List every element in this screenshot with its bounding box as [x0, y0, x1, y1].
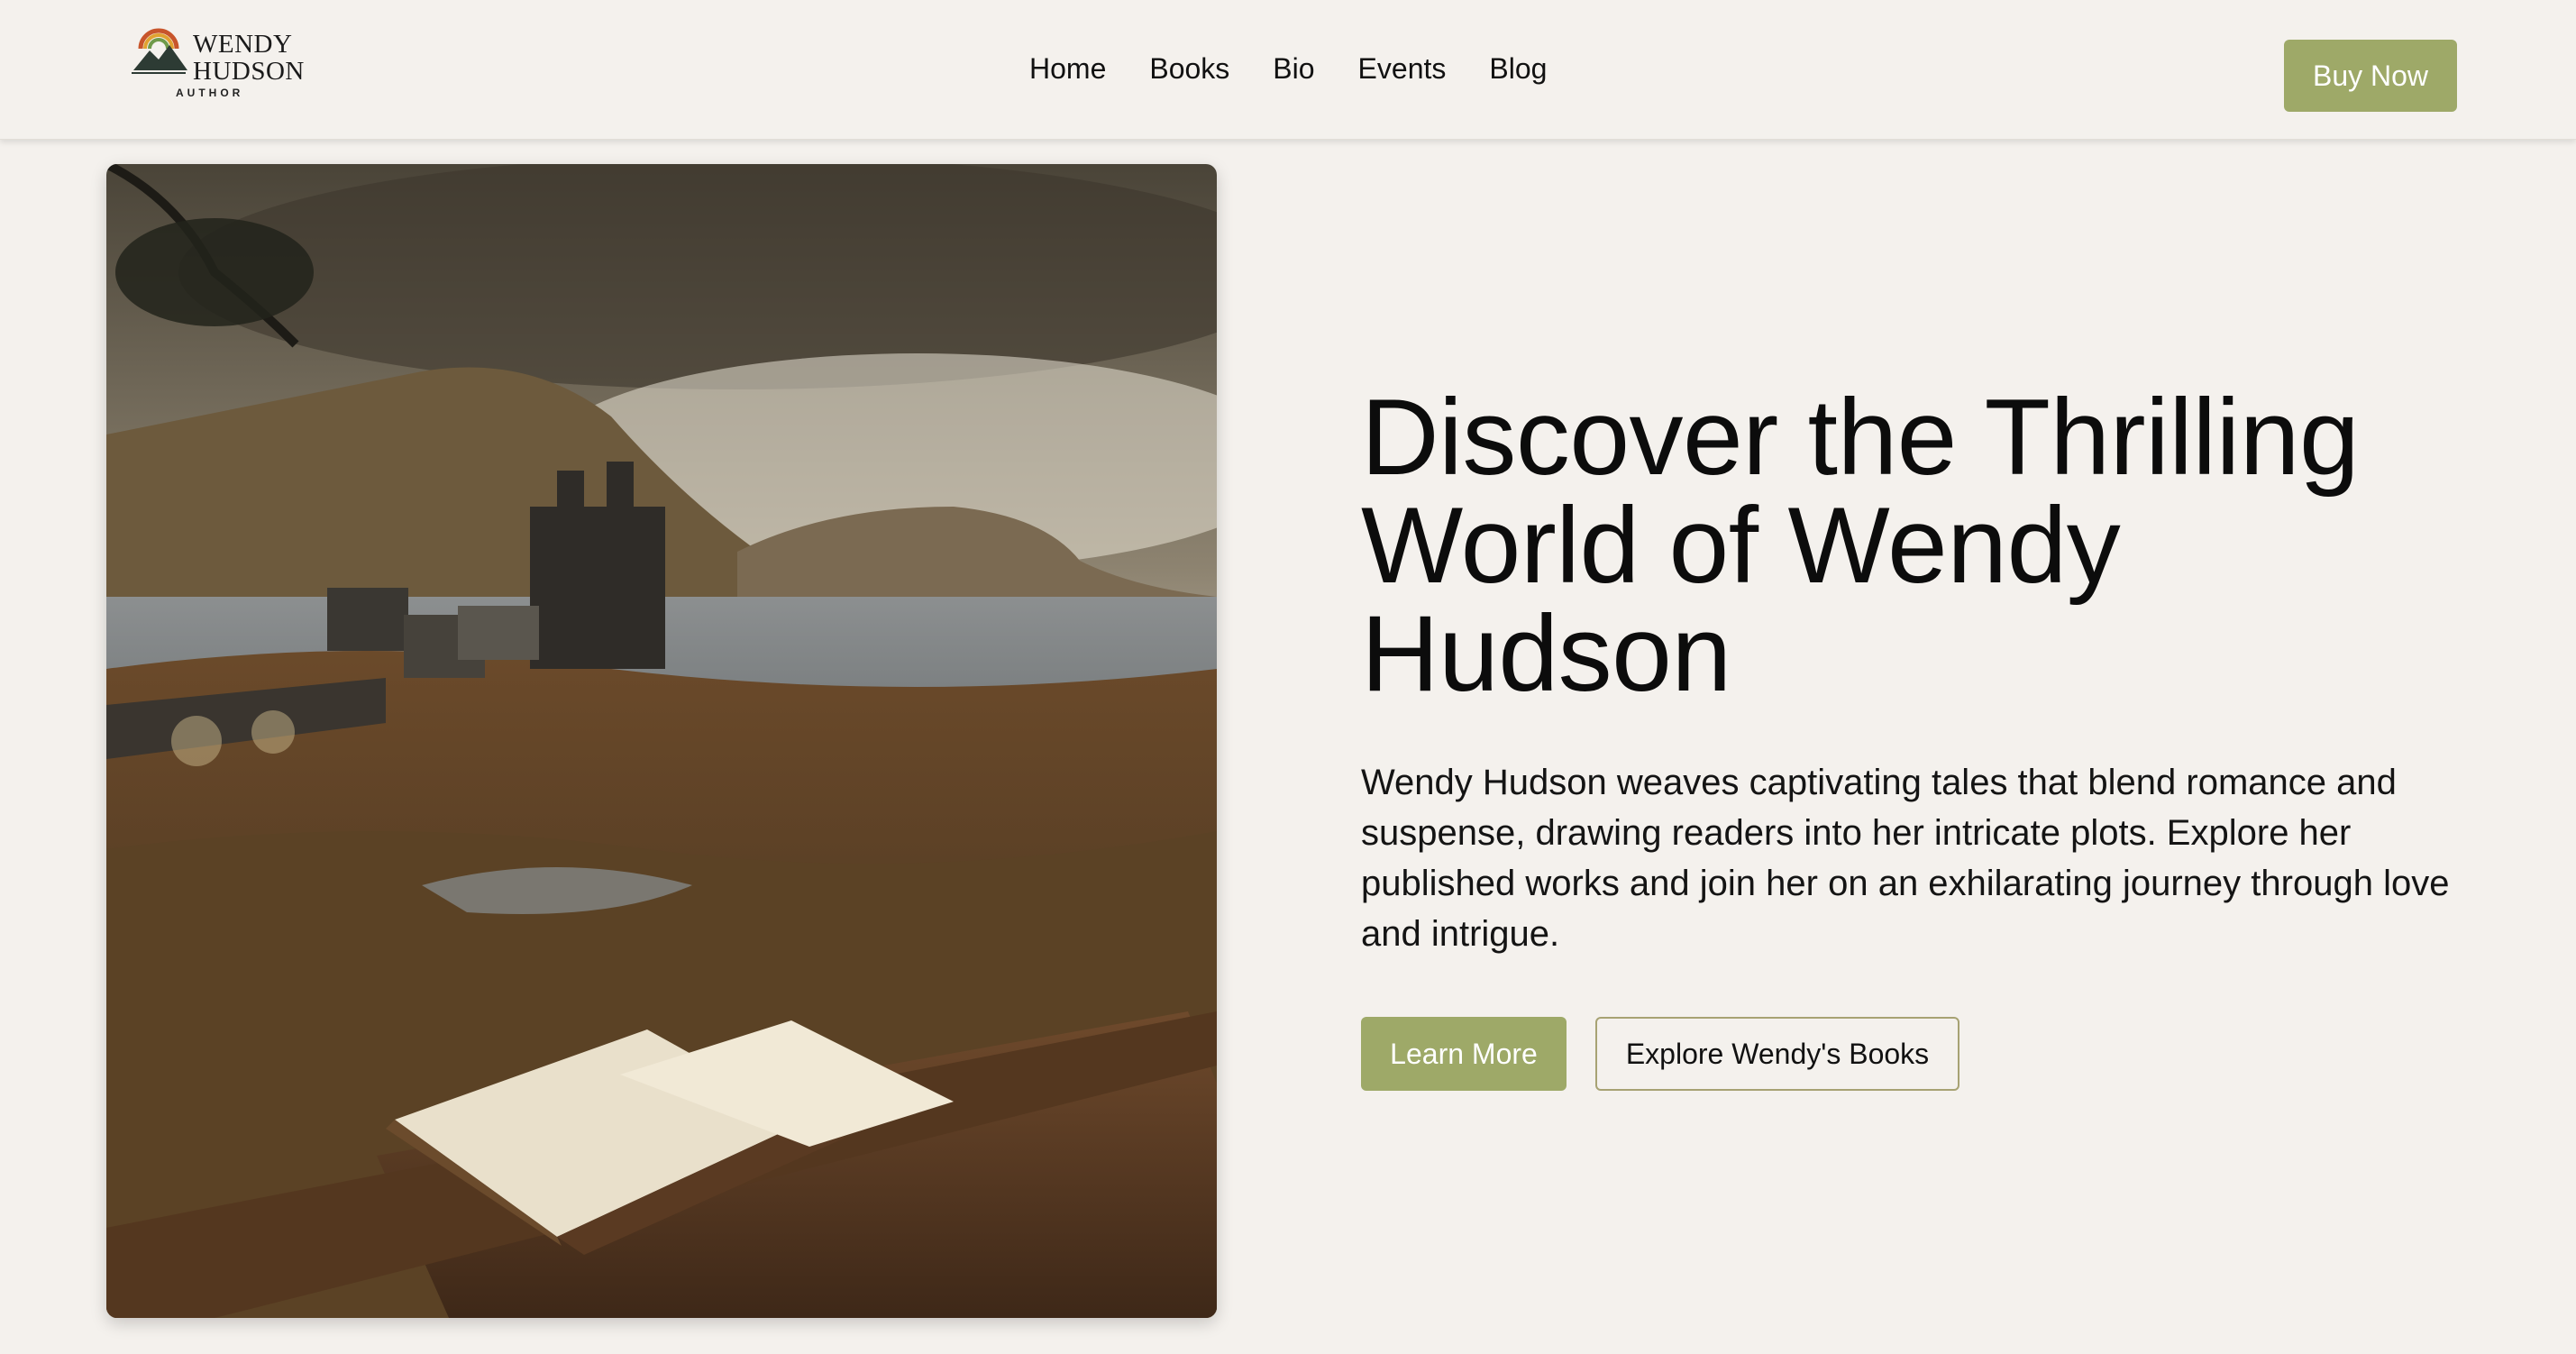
brand-name: WENDY HUDSON [193, 30, 305, 86]
nav-item-bio[interactable]: Bio [1273, 50, 1314, 87]
nav-item-events[interactable]: Events [1358, 50, 1447, 87]
learn-more-button[interactable]: Learn More [1361, 1017, 1567, 1091]
explore-books-button[interactable]: Explore Wendy's Books [1595, 1017, 1959, 1091]
hero-lead: Wendy Hudson weaves captivating tales th… [1361, 763, 2450, 954]
brand-logo[interactable]: WENDY HUDSON AUTHOR [132, 23, 304, 105]
nav-item-books[interactable]: Books [1149, 50, 1229, 87]
brand-tagline: AUTHOR [176, 87, 244, 99]
buy-now-button[interactable]: Buy Now [2284, 40, 2457, 112]
nav-item-home[interactable]: Home [1029, 50, 1106, 87]
nav-item-blog[interactable]: Blog [1489, 50, 1547, 87]
site-header: WENDY HUDSON AUTHOR Home Books Bio Event… [0, 0, 2576, 140]
castle-loch-book-on-bench-image [106, 164, 1217, 1318]
hero-headline: Discover the Thrilling World of Wendy Hu… [1361, 377, 2360, 714]
main-nav: Home Books Bio Events Blog [1029, 50, 1590, 87]
hero-image [106, 164, 1217, 1318]
rainbow-mountain-icon [132, 28, 187, 74]
